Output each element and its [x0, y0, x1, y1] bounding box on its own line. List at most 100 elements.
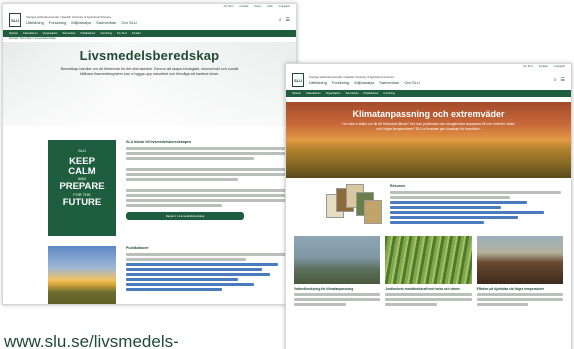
- nav-item[interactable]: Samverkan: [379, 80, 399, 85]
- text-line: [126, 253, 286, 256]
- article-card[interactable]: Vattenförsörjning för klimatanpassning: [294, 236, 381, 308]
- publication-link[interactable]: [126, 263, 278, 266]
- resources-block: Resurser: [286, 178, 571, 232]
- resource-link[interactable]: [390, 211, 544, 214]
- report-covers-image: [326, 184, 382, 228]
- keep-calm-poster: SLU KEEP CALM AND PREPARE FOR THE FUTURE: [48, 140, 116, 236]
- publication-link[interactable]: [126, 273, 270, 276]
- util-link[interactable]: Kontakt: [240, 5, 249, 9]
- section-nav-item[interactable]: Organisation: [326, 92, 341, 95]
- resource-link[interactable]: [390, 221, 485, 224]
- resource-link[interactable]: [390, 206, 502, 209]
- text-line: [126, 258, 246, 261]
- nav-item[interactable]: Utbildning: [309, 80, 327, 85]
- section-nav-item[interactable]: Publikationer: [364, 92, 379, 95]
- text-line: [126, 168, 286, 171]
- publication-link[interactable]: [126, 278, 238, 281]
- publication-link[interactable]: [126, 268, 262, 271]
- site-header: SLU Sveriges lantbruksuniversitet / Swed…: [3, 10, 296, 30]
- section-nav-item[interactable]: Samverkan: [345, 92, 358, 95]
- text-line: [476, 293, 563, 296]
- hero-text: Beredskap handlar om att förbereda för d…: [60, 67, 239, 76]
- section-nav-item[interactable]: Forskning: [384, 92, 395, 95]
- org-name: Sveriges lantbruksuniversitet / Swedish …: [26, 15, 111, 19]
- text-line: [385, 293, 472, 296]
- publication-links: [126, 263, 286, 291]
- text-line: [390, 196, 510, 199]
- nav-item[interactable]: Miljöanalys: [354, 80, 374, 85]
- promo-composite: Om SLU Kontakt Press Jobb In English SLU…: [0, 0, 574, 349]
- publication-link[interactable]: [126, 283, 254, 286]
- poster-text: CALM: [68, 165, 96, 177]
- primary-nav: Utbildning Forskning Miljöanalys Samverk…: [309, 80, 554, 85]
- util-link[interactable]: Press: [254, 5, 261, 9]
- publications-block: Publikationer: [3, 242, 296, 304]
- hero-banner: Klimatanpassning och extremväder Hur ska…: [286, 102, 571, 178]
- page-title: Livsmedelsberedskap: [79, 48, 220, 63]
- left-page-screenshot: Om SLU Kontakt Press Jobb In English SLU…: [2, 3, 297, 305]
- section-nav-item[interactable]: Kalendarium: [306, 92, 321, 95]
- util-link[interactable]: Om SLU: [523, 65, 533, 69]
- text-line: [126, 157, 254, 160]
- text-line: [294, 293, 381, 296]
- section-nav-item[interactable]: Kalendarium: [23, 32, 38, 35]
- section-nav-item[interactable]: Forskning: [101, 32, 112, 35]
- text-line: [390, 191, 561, 194]
- slu-logo[interactable]: SLU: [9, 13, 21, 27]
- card-title: Vattenförsörjning för klimatanpassning: [294, 287, 354, 291]
- article-block: SLU KEEP CALM AND PREPARE FOR THE FUTURE…: [3, 126, 296, 242]
- card-title: Effekter på djurhälsa vid högre temperat…: [476, 287, 544, 291]
- util-link[interactable]: Om SLU: [224, 5, 234, 9]
- section-title: Resurser: [390, 184, 406, 188]
- section-nav-item[interactable]: Publikationer: [81, 32, 96, 35]
- card-image: [294, 236, 381, 284]
- article-card[interactable]: Jordbrukets motståndskraft mot torka och…: [385, 236, 472, 308]
- resource-link[interactable]: [390, 201, 527, 204]
- util-link[interactable]: In English: [279, 5, 290, 9]
- publication-link[interactable]: [126, 288, 222, 291]
- text-line: [294, 303, 346, 306]
- article-title: SLU bidrar till livsmedelsberedskapen: [126, 140, 192, 144]
- text-line: [126, 147, 286, 150]
- hero-text: Hur ska vi ställa om till ett förändrat …: [342, 122, 515, 131]
- search-icon[interactable]: ⌕: [554, 77, 557, 83]
- article-card[interactable]: Effekter på djurhälsa vid högre temperat…: [476, 236, 563, 308]
- nav-item[interactable]: Om SLU: [121, 20, 136, 25]
- section-nav-item[interactable]: Samverkan: [62, 32, 75, 35]
- page-url-caption: www.slu.se/livsmedels-: [4, 332, 179, 349]
- search-icon[interactable]: ⌕: [279, 17, 282, 23]
- nav-item[interactable]: Forskning: [332, 80, 350, 85]
- card-image: [385, 236, 472, 284]
- util-link[interactable]: Jobb: [267, 5, 273, 9]
- text-line: [126, 173, 286, 176]
- nav-item[interactable]: Om SLU: [404, 80, 419, 85]
- section-nav-item[interactable]: Nyheter: [9, 32, 18, 35]
- poster-logo: SLU: [78, 148, 86, 153]
- right-page-screenshot: Om SLU Kontakt In English SLU Sveriges l…: [285, 63, 572, 349]
- site-header: SLU Sveriges lantbruksuniversitet / Swed…: [286, 70, 571, 90]
- section-nav: Nyheter Kalendarium Organisation Samverk…: [286, 90, 571, 97]
- resource-link[interactable]: [390, 216, 519, 219]
- org-name: Sveriges lantbruksuniversitet / Swedish …: [309, 75, 394, 79]
- menu-icon[interactable]: ☰: [286, 17, 290, 23]
- nav-item[interactable]: Miljöanalys: [71, 20, 91, 25]
- nav-item[interactable]: Forskning: [49, 20, 67, 25]
- report-button[interactable]: Rapport: Livsmedelsberedskap: [126, 212, 244, 220]
- util-link[interactable]: Kontakt: [539, 65, 548, 69]
- menu-icon[interactable]: ☰: [561, 77, 565, 83]
- nav-item[interactable]: Utbildning: [26, 20, 44, 25]
- poster-text: PREPARE: [59, 181, 105, 192]
- nav-item[interactable]: Samverkan: [96, 20, 116, 25]
- section-nav-item[interactable]: Om SLU: [117, 32, 127, 35]
- section-title: Publikationer: [126, 246, 149, 250]
- section-nav-item[interactable]: Kontakt: [132, 32, 141, 35]
- section-nav: Nyheter Kalendarium Organisation Samverk…: [3, 30, 296, 37]
- text-line: [126, 189, 286, 192]
- slu-logo[interactable]: SLU: [292, 73, 304, 87]
- text-line: [294, 298, 381, 301]
- text-line: [476, 298, 563, 301]
- poster-text: FUTURE: [62, 196, 102, 208]
- section-nav-item[interactable]: Nyheter: [292, 92, 301, 95]
- util-link[interactable]: In English: [554, 65, 565, 69]
- section-nav-item[interactable]: Organisation: [43, 32, 58, 35]
